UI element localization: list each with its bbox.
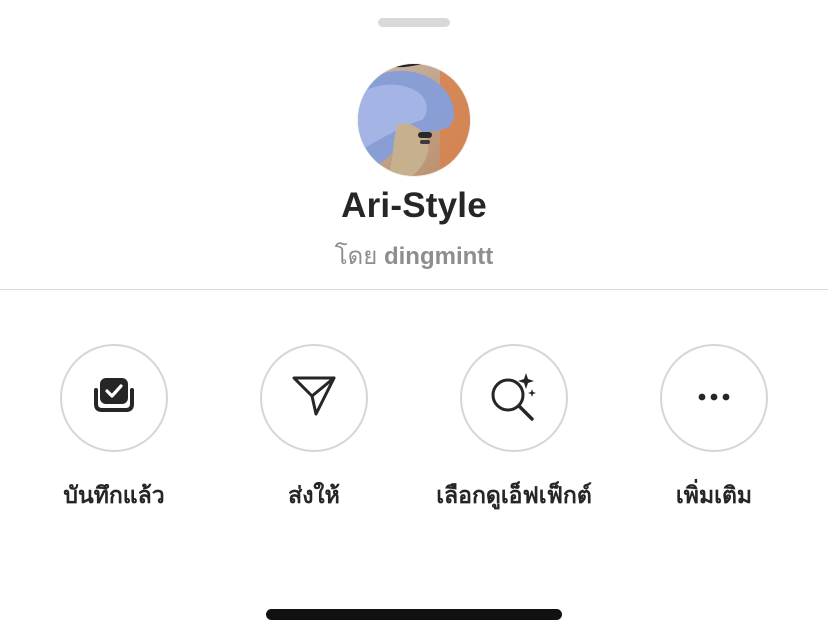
browse-effects-label: เลือกดูเอ็ฟเฟ็กต์ bbox=[436, 482, 592, 508]
collection-title: Ari-Style bbox=[341, 186, 487, 225]
browse-effects-icon bbox=[488, 371, 540, 426]
author-username[interactable]: dingmintt bbox=[384, 243, 493, 270]
send-icon bbox=[290, 374, 338, 423]
saved-action[interactable]: บันทึกแล้ว bbox=[24, 344, 204, 514]
saved-button[interactable] bbox=[60, 344, 168, 452]
more-action[interactable]: เพิ่มเติม bbox=[624, 344, 804, 514]
more-icon bbox=[697, 389, 731, 407]
saved-check-icon bbox=[90, 376, 138, 421]
more-button[interactable] bbox=[660, 344, 768, 452]
collection-cover-avatar bbox=[358, 64, 470, 176]
divider bbox=[0, 289, 828, 290]
send-label: ส่งให้ bbox=[288, 482, 340, 508]
browse-effects-action[interactable]: เลือกดูเอ็ฟเฟ็กต์ bbox=[424, 344, 604, 514]
more-label: เพิ่มเติม bbox=[675, 482, 753, 508]
bottom-sheet: Ari-Style โดย dingmintt บันทึกแล้ว ส่งให… bbox=[0, 0, 828, 636]
collection-byline: โดย dingmintt bbox=[0, 236, 828, 275]
send-button[interactable] bbox=[260, 344, 368, 452]
sheet-grabber[interactable] bbox=[378, 18, 450, 27]
browse-effects-button[interactable] bbox=[460, 344, 568, 452]
saved-label: บันทึกแล้ว bbox=[63, 482, 165, 508]
home-indicator[interactable] bbox=[266, 609, 562, 620]
send-action[interactable]: ส่งให้ bbox=[224, 344, 404, 514]
byline-prefix: โดย bbox=[334, 243, 378, 270]
